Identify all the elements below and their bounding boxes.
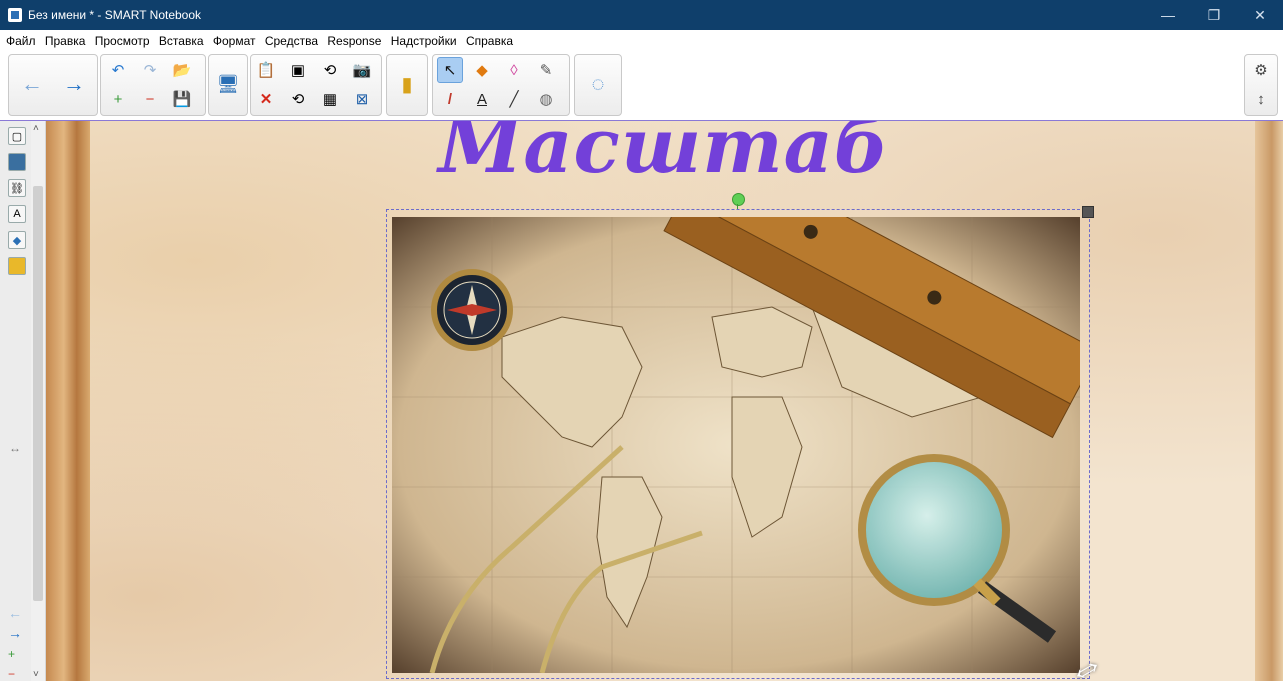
select-tool-icon[interactable]: ↖ xyxy=(437,57,463,83)
rotate-handle-icon[interactable] xyxy=(732,193,745,206)
forward-icon[interactable]: → xyxy=(57,55,91,113)
move-toolbar-icon[interactable]: ↕ xyxy=(1248,86,1274,112)
maximize-button[interactable]: ❐ xyxy=(1191,0,1237,30)
main-toolbar: ← → ↶ ↷ 📂 + − 💾 🖥 📋 ▣ ⟲ 📷 ✕ ⟲ ▦ ⊠ ▮ ↖ ◆ … xyxy=(0,50,1283,121)
menu-tools[interactable]: Средства xyxy=(262,30,321,48)
page-sorter-tab-icon[interactable]: ▢ xyxy=(8,127,26,145)
side-delete-page-icon[interactable]: − xyxy=(8,667,15,681)
eraser-tool-icon[interactable]: ◊ xyxy=(501,57,527,83)
menu-view[interactable]: Просмотр xyxy=(92,30,153,48)
menu-edit[interactable]: Правка xyxy=(42,30,89,48)
add-page-icon[interactable]: + xyxy=(105,86,131,112)
title-bar: Без имени * - SMART Notebook — ❐ ✕ xyxy=(0,0,1283,30)
edit-tools-group: 📋 ▣ ⟲ 📷 ✕ ⟲ ▦ ⊠ xyxy=(250,54,382,116)
paste-icon[interactable]: 📋 xyxy=(253,57,279,83)
toolbar-settings-group: ⚙ ↕ xyxy=(1244,54,1278,116)
menu-file[interactable]: Файл xyxy=(0,30,39,48)
scroll-up-icon[interactable]: ˄ xyxy=(33,123,39,134)
lines-tool-icon[interactable]: ╱ xyxy=(501,86,527,112)
screen-capture-icon[interactable]: 📷 xyxy=(349,57,375,83)
add-ons-tab-icon[interactable]: ◆ xyxy=(8,231,26,249)
attachments-tab-icon[interactable]: ⛓ xyxy=(8,179,26,197)
window-title: Без имени * - SMART Notebook xyxy=(28,8,202,22)
scrollbar-thumb[interactable] xyxy=(33,186,43,601)
magic-pen-icon[interactable]: ✎ xyxy=(533,57,559,83)
display-group: 🖥 xyxy=(208,54,248,116)
gallery-tab-icon[interactable] xyxy=(8,153,26,171)
minimize-button[interactable]: — xyxy=(1145,0,1191,30)
background-map-strip-left xyxy=(46,121,90,681)
fill-tool-icon[interactable]: ◍ xyxy=(533,86,559,112)
shapes-tool-icon[interactable]: ◆ xyxy=(469,57,495,83)
smart-notebook-app-icon xyxy=(8,8,22,22)
clear-ink-icon[interactable]: ⟲ xyxy=(317,57,343,83)
side-panel-resize-icon[interactable]: ↔ xyxy=(9,441,21,455)
gallery-icon[interactable]: ▮ xyxy=(390,55,424,113)
side-forward-icon[interactable]: → xyxy=(8,625,22,641)
text-tool-icon[interactable]: A xyxy=(469,86,495,112)
menu-response[interactable]: Response xyxy=(324,30,384,48)
menu-help[interactable]: Справка xyxy=(463,30,516,48)
more-tools-icon[interactable]: ◌ xyxy=(581,55,615,113)
delete-icon[interactable]: ✕ xyxy=(253,86,279,112)
show-hide-icon[interactable]: ⟲ xyxy=(285,86,311,112)
page-actions-group: ↶ ↷ 📂 + − 💾 xyxy=(100,54,206,116)
background-map-strip-right xyxy=(1255,121,1283,681)
drawing-tools-group: ↖ ◆ ◊ ✎ / A ╱ ◍ xyxy=(432,54,570,116)
fullscreen-icon[interactable]: ⊠ xyxy=(349,86,375,112)
redo-icon[interactable]: ↷ xyxy=(137,57,163,83)
save-icon[interactable]: 💾 xyxy=(169,86,195,112)
close-button[interactable]: ✕ xyxy=(1237,0,1283,30)
menu-bar: Файл Правка Просмотр Вставка Формат Сред… xyxy=(0,30,1283,50)
menu-format[interactable]: Формат xyxy=(210,30,259,48)
side-tabs-panel: ▢ ⛓ A ◆ ↔ ← → + − xyxy=(0,121,32,681)
page-scrollbar[interactable]: ˄ ˅ xyxy=(31,121,46,681)
side-back-icon[interactable]: ← xyxy=(8,605,22,621)
display-screen-icon[interactable]: 🖥 xyxy=(211,55,245,113)
pens-tool-icon[interactable]: / xyxy=(437,86,463,112)
screen-shade-icon[interactable]: ▣ xyxy=(285,57,311,83)
navigation-group: ← → xyxy=(8,54,98,116)
vintage-map-image[interactable] xyxy=(392,217,1080,673)
lesson-activity-tab-icon[interactable] xyxy=(8,257,26,275)
menu-insert[interactable]: Вставка xyxy=(156,30,207,48)
page-heading[interactable]: Масштаб xyxy=(404,121,924,190)
scroll-down-icon[interactable]: ˅ xyxy=(33,669,39,680)
notebook-page-canvas[interactable]: Масштаб ⇔ xyxy=(46,121,1283,681)
insert-table-icon[interactable]: ▦ xyxy=(317,86,343,112)
back-icon[interactable]: ← xyxy=(15,55,49,113)
settings-gear-icon[interactable]: ⚙ xyxy=(1248,57,1274,83)
properties-tab-icon[interactable]: A xyxy=(8,205,26,223)
menu-addons[interactable]: Надстройки xyxy=(388,30,460,48)
delete-page-icon[interactable]: − xyxy=(137,86,163,112)
undo-icon[interactable]: ↶ xyxy=(105,57,131,83)
more-tools-group: ◌ xyxy=(574,54,622,116)
side-add-page-icon[interactable]: + xyxy=(8,647,15,661)
object-menu-dropdown-icon[interactable] xyxy=(1082,206,1094,218)
gallery-group: ▮ xyxy=(386,54,428,116)
open-file-icon[interactable]: 📂 xyxy=(169,57,195,83)
